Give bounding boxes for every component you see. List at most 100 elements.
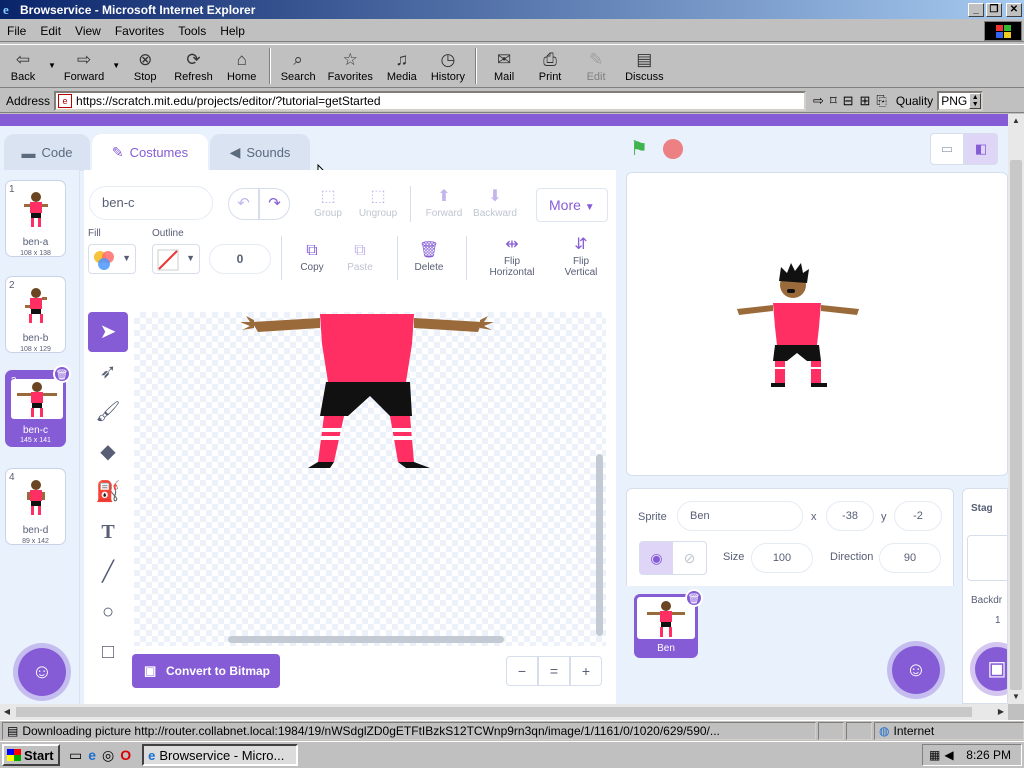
start-button[interactable]: Start (2, 744, 60, 766)
page-horizontal-scrollbar[interactable]: ◀ ▶ (0, 704, 1008, 720)
ungroup-button[interactable]: ⬚ Ungroup (354, 186, 402, 219)
fill-color-picker[interactable]: ▼ (88, 244, 136, 274)
clipboard-icon[interactable]: ⎘ (876, 93, 886, 109)
costume-item[interactable]: 1 ben-a 108 x 138 (5, 180, 66, 257)
outline-width-input[interactable]: 0 (209, 244, 271, 274)
maximize-button[interactable]: ❐ (986, 2, 1002, 17)
menu-favorites[interactable]: Favorites (108, 24, 171, 38)
stop-sign-icon[interactable] (663, 139, 683, 159)
stage[interactable] (626, 172, 1008, 476)
outline-color-picker[interactable]: ▼ (152, 244, 200, 274)
back-dropdown-icon[interactable]: ▼ (48, 61, 56, 72)
mail-button[interactable]: ✉ Mail (481, 45, 527, 87)
back-button[interactable]: ⇦ Back (0, 45, 46, 87)
forward-layer-button[interactable]: ⬆ Forward (420, 186, 468, 219)
menu-file[interactable]: File (0, 24, 33, 38)
paste-button[interactable]: ⧉ Paste (340, 240, 380, 273)
more-button[interactable]: More ▼ (536, 188, 608, 222)
reshape-tool[interactable]: ➶ (88, 352, 128, 392)
scroll-up-icon[interactable]: ▲ (1008, 114, 1024, 128)
menu-edit[interactable]: Edit (33, 24, 68, 38)
menu-view[interactable]: View (68, 24, 108, 38)
rectangle-tool[interactable]: □ (88, 632, 128, 672)
delete-button[interactable]: 🗑 Delete (408, 240, 450, 273)
backward-layer-button[interactable]: ⬇ Backward (470, 186, 520, 219)
bookmark-icon[interactable]: ⌑ (830, 93, 837, 109)
zoom-in-button[interactable]: + (570, 656, 602, 686)
forward-dropdown-icon[interactable]: ▼ (112, 61, 120, 72)
refresh-button[interactable]: ⟳ Refresh (168, 45, 219, 87)
costume-name-input[interactable]: ben-c (89, 186, 213, 220)
brush-tool[interactable]: 🖌 (88, 392, 128, 432)
group-button[interactable]: ⬚ Group (306, 186, 350, 219)
sprite-tile[interactable]: Ben 🗑 (634, 589, 703, 658)
copy-button[interactable]: ⧉ Copy (292, 240, 332, 273)
print-button[interactable]: ⎙ Print (527, 45, 573, 87)
canvas-horizontal-scrollbar[interactable] (228, 636, 504, 643)
quality-select[interactable]: PNG ▲ ▼ (937, 90, 984, 111)
direction-input[interactable]: 90 (879, 543, 941, 573)
opera-icon[interactable]: O (120, 747, 131, 763)
scroll-right-icon[interactable]: ▶ (994, 704, 1008, 720)
small-stage-button[interactable]: ▭ (930, 133, 964, 165)
delete-costume-icon[interactable]: 🗑 (53, 365, 71, 383)
desktop-icon[interactable]: ▭ (69, 747, 82, 764)
menu-tools[interactable]: Tools (171, 24, 213, 38)
stop-button[interactable]: ⊗ Stop (122, 45, 168, 87)
ie-quicklaunch-icon[interactable]: e (88, 747, 96, 763)
sprite-name-input[interactable]: Ben (677, 501, 803, 531)
tab-sounds[interactable]: ◀ Sounds (210, 134, 310, 171)
favorites-button[interactable]: ☆ Favorites (322, 45, 379, 87)
select-tool[interactable]: ➤ (88, 312, 128, 352)
zoom-out-icon[interactable]: ⊟ (843, 93, 854, 109)
circle-tool[interactable]: ○ (88, 592, 128, 632)
forward-button[interactable]: ⇨ Forward (58, 45, 110, 87)
choose-costume-button[interactable]: ☺ (18, 648, 66, 696)
home-button[interactable]: ⌂ Home (219, 45, 265, 87)
undo-button[interactable]: ↶ (228, 188, 259, 220)
minimize-button[interactable]: _ (968, 2, 984, 17)
zoom-reset-button[interactable]: = (538, 656, 570, 686)
volume-tray-icon[interactable]: ◀ (944, 748, 953, 762)
delete-sprite-icon[interactable]: 🗑 (685, 589, 703, 607)
media-button[interactable]: ♫ Media (379, 45, 425, 87)
costume-item-selected[interactable]: 3 ben-c 145 x 141 🗑 (5, 365, 71, 447)
line-tool[interactable]: ╱ (88, 552, 128, 592)
costume-item[interactable]: 4 ben-d 89 x 142 (5, 468, 66, 545)
media-player-icon[interactable]: ◎ (102, 747, 114, 764)
green-flag-icon[interactable]: ⚑ (630, 136, 648, 161)
tab-costumes[interactable]: ✎ Costumes (92, 134, 208, 171)
history-button[interactable]: ◷ History (425, 45, 471, 87)
page-vertical-scrollbar[interactable]: ▲ ▼ (1008, 114, 1024, 704)
scroll-left-icon[interactable]: ◀ (0, 704, 14, 720)
edit-button[interactable]: ✎ Edit (573, 45, 619, 87)
menu-help[interactable]: Help (213, 24, 252, 38)
search-button[interactable]: ⌕ Search (275, 45, 322, 87)
scroll-down-icon[interactable]: ▼ (1008, 690, 1024, 704)
tab-code[interactable]: ▬ Code (4, 134, 90, 171)
task-browservice[interactable]: e Browservice - Micro... (142, 744, 299, 766)
convert-to-bitmap-button[interactable]: ▣ Convert to Bitmap (132, 654, 280, 688)
stage-target-pane[interactable]: Stag Backdr 1 ▣ (962, 488, 1008, 704)
address-input[interactable]: e https://scratch.mit.edu/projects/edito… (54, 90, 807, 111)
drawing-canvas[interactable] (134, 312, 606, 646)
y-input[interactable]: -2 (894, 501, 942, 531)
canvas-vertical-scrollbar[interactable] (596, 454, 603, 636)
size-input[interactable]: 100 (751, 543, 813, 573)
costume-item[interactable]: 2 ben-b 108 x 129 (5, 276, 66, 353)
quality-spinner-icon[interactable]: ▲ ▼ (969, 92, 982, 109)
normal-stage-button[interactable]: ◧ (964, 133, 998, 165)
discuss-button[interactable]: ▤ Discuss (619, 45, 670, 87)
flip-horizontal-button[interactable]: ⇹ Flip Horizontal (482, 234, 542, 278)
text-tool[interactable]: T (88, 512, 128, 552)
zoom-in-icon[interactable]: ⊞ (860, 93, 871, 109)
choose-sprite-button[interactable]: ☺ (892, 646, 940, 694)
flip-vertical-button[interactable]: ⇵ Flip Vertical (558, 234, 604, 278)
fill-tool[interactable]: ⛽ (88, 472, 128, 512)
go-arrow-icon[interactable]: ⇨ (813, 93, 824, 109)
choose-backdrop-button[interactable]: ▣ (975, 647, 1007, 691)
eraser-tool[interactable]: ◆ (88, 432, 128, 472)
redo-button[interactable]: ↷ (259, 188, 290, 220)
zoom-out-button[interactable]: − (506, 656, 538, 686)
show-eye-icon[interactable]: ◉ (640, 542, 673, 574)
